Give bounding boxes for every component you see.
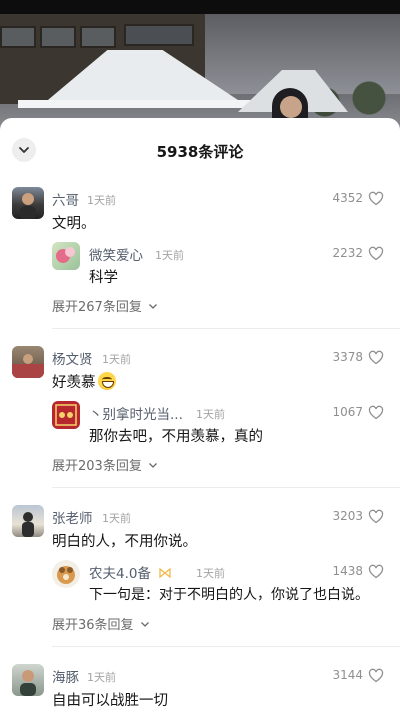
reply-username[interactable]: 农夫4.0备 xyxy=(89,562,172,582)
avatar[interactable] xyxy=(52,242,80,270)
like-count: 4352 xyxy=(332,191,363,205)
like-count: 3203 xyxy=(332,509,363,523)
expand-replies-label: 展开36条回复 xyxy=(52,618,134,633)
reply-username-text: 农夫4.0备 xyxy=(89,566,151,582)
heart-icon[interactable] xyxy=(368,191,384,207)
status-bar xyxy=(0,0,400,14)
avatar[interactable] xyxy=(12,505,44,537)
timestamp: 1天前 xyxy=(102,353,131,366)
divider xyxy=(52,646,400,647)
comments-header: 5938条评论 xyxy=(0,118,400,184)
ribbon-badge-icon xyxy=(159,567,171,579)
heart-icon[interactable] xyxy=(368,668,384,684)
grin-emoji-icon xyxy=(97,372,116,390)
like-count: 3378 xyxy=(332,350,363,364)
heart-icon[interactable] xyxy=(368,509,384,525)
heart-icon[interactable] xyxy=(368,246,384,262)
avatar[interactable] xyxy=(52,401,80,429)
comment-count-title: 5938条评论 xyxy=(156,143,244,161)
like-count: 2232 xyxy=(332,246,363,260)
reply-text[interactable]: 下一句是：对于不明白的人，你说了也白说。 xyxy=(89,584,369,604)
expand-replies-button[interactable]: 展开36条回复 xyxy=(52,614,150,633)
like-count: 1067 xyxy=(332,405,363,419)
like-count: 1438 xyxy=(332,564,363,578)
timestamp: 1天前 xyxy=(102,512,131,525)
timestamp: 1天前 xyxy=(87,194,116,207)
video-background[interactable] xyxy=(0,0,400,135)
username[interactable]: 杨文贤 xyxy=(52,348,93,368)
timestamp: 1天前 xyxy=(196,567,225,580)
avatar[interactable] xyxy=(12,346,44,378)
username[interactable]: 六哥 xyxy=(52,189,79,209)
divider xyxy=(52,328,400,329)
avatar[interactable] xyxy=(12,187,44,219)
divider xyxy=(52,487,400,488)
username[interactable]: 海豚 xyxy=(52,666,79,686)
expand-replies-button[interactable]: 展开203条回复 xyxy=(52,455,158,474)
chevron-down-icon xyxy=(148,303,157,309)
comment-text-content: 好羡慕 xyxy=(52,375,96,391)
like-count: 3144 xyxy=(332,668,363,682)
expand-replies-label: 展开267条回复 xyxy=(52,300,142,315)
chevron-down-icon xyxy=(148,462,157,468)
comment-text[interactable]: 自由可以战胜一切 xyxy=(52,689,168,708)
reply-text[interactable]: 那你去吧，不用羡慕，真的 xyxy=(89,425,263,446)
timestamp: 1天前 xyxy=(155,249,184,262)
expand-replies-label: 展开203条回复 xyxy=(52,459,142,474)
heart-icon[interactable] xyxy=(368,405,384,421)
expand-replies-button[interactable]: 展开267条回复 xyxy=(52,296,158,315)
comments-sheet: 5938条评论 六哥 1天前 4352 文明。 微笑爱心 1天前 2232 科学… xyxy=(0,118,400,708)
comment-text[interactable]: 文明。 xyxy=(52,212,96,233)
comment-text[interactable]: 好羡慕 xyxy=(52,371,116,392)
reply-text[interactable]: 科学 xyxy=(89,266,118,287)
timestamp: 1天前 xyxy=(87,671,116,684)
username[interactable]: 张老师 xyxy=(52,507,93,527)
avatar[interactable] xyxy=(12,664,44,696)
reply-username[interactable]: 微笑爱心 xyxy=(89,244,143,264)
heart-icon[interactable] xyxy=(368,564,384,580)
comment-text[interactable]: 明白的人，不用你说。 xyxy=(52,530,197,551)
chevron-down-icon xyxy=(140,621,149,627)
reply-username[interactable]: 丶别拿时光当... xyxy=(89,403,183,423)
avatar[interactable] xyxy=(52,560,80,588)
heart-icon[interactable] xyxy=(368,350,384,366)
timestamp: 1天前 xyxy=(196,408,225,421)
